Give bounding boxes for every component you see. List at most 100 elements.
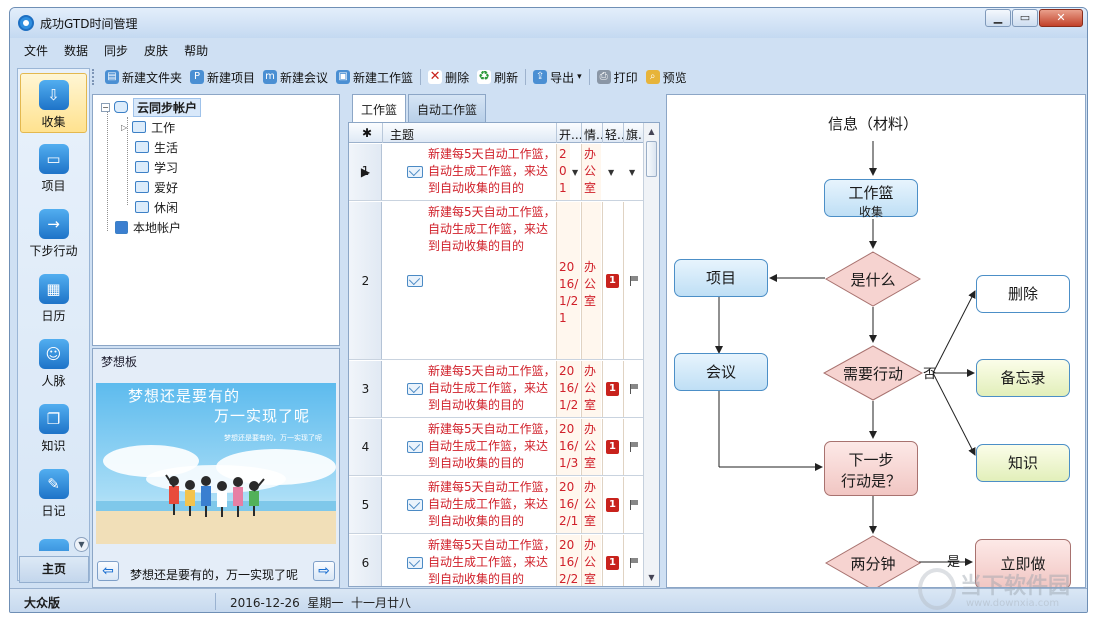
tab-basket[interactable]: 工作篮 [352, 94, 407, 122]
close-button[interactable]: ✕ [1039, 9, 1083, 27]
flow-next-action-node[interactable]: 下一步 行动是？ [824, 441, 918, 496]
row-start[interactable]: 2016/2/20 [556, 535, 580, 586]
table-row[interactable]: 3 新建每5天自动工作篮，自动生成工作篮，来达到自动收集的目的 2016/1/2… [349, 361, 643, 418]
row-subject[interactable]: 新建每5天自动工作篮，自动生成工作篮，来达到自动收集的目的 [428, 146, 556, 199]
tree-node-leisure[interactable]: 休闲 [135, 198, 178, 216]
nav-next-action[interactable]: → 下步行动 [20, 203, 87, 263]
table-row[interactable]: 6 新建每5天自动工作篮，自动生成工作篮，来达到自动收集的目的 2016/2/2… [349, 535, 643, 586]
row-context[interactable]: 办公室 [581, 202, 601, 359]
col-flag-header[interactable]: 旗... [626, 126, 643, 143]
col-light-header[interactable]: 轻... [605, 126, 623, 143]
row-context[interactable]: 办公室 [581, 535, 601, 586]
menu-file[interactable]: 文件 [16, 40, 56, 60]
row-subject[interactable]: 新建每5天自动工作篮，自动生成工作篮，来达到自动收集的目的 [428, 421, 556, 474]
tree-node-life[interactable]: 生活 [135, 138, 178, 156]
nav-knowledge[interactable]: ❐ 知识 [20, 398, 87, 458]
scroll-thumb[interactable] [646, 141, 657, 177]
col-subject-header[interactable]: 主题 [390, 126, 414, 143]
table-row[interactable]: 2 新建每5天自动工作篮，自动生成工作篮，来达到自动收集的目的 2016/1/2… [349, 202, 643, 360]
dropdown-arrow-icon[interactable]: ▼ [629, 168, 635, 177]
nav-calendar[interactable]: ▦ 日历 [20, 268, 87, 328]
title-bar[interactable]: 成功GTD时间管理 ▁ ▭ ✕ [10, 8, 1087, 38]
row-start[interactable]: 2016/12/16 [556, 144, 570, 200]
preview-button[interactable]: ⌕ 预览 [642, 69, 691, 86]
row-priority[interactable]: 1 [602, 477, 622, 533]
flow-need-action-decision[interactable]: 需要行动 [823, 345, 923, 401]
col-star-header[interactable]: ✱ [362, 126, 372, 140]
export-button[interactable]: ⇪ 导出 ▾ [529, 69, 586, 86]
tree-node-hobby[interactable]: 爱好 [135, 178, 178, 196]
flow-project-node[interactable]: 项目 [674, 259, 768, 297]
row-priority[interactable]: 1 [602, 419, 622, 475]
flow-meeting-node[interactable]: 会议 [674, 353, 768, 391]
scroll-up-button[interactable]: ▲ [644, 124, 659, 139]
menu-sync[interactable]: 同步 [96, 40, 136, 60]
new-meeting-button[interactable]: m 新建会议 [259, 69, 332, 86]
table-row[interactable]: 4 新建每5天自动工作篮，自动生成工作篮，来达到自动收集的目的 2016/1/3… [349, 419, 643, 476]
expand-arrow-icon[interactable]: ▷ [121, 123, 127, 132]
prev-dream-button[interactable]: ⇦ [97, 561, 119, 581]
collapse-icon[interactable]: − [101, 102, 110, 112]
tab-auto-basket[interactable]: 自动工作篮 [408, 94, 487, 122]
row-priority[interactable]: 1 [602, 361, 622, 417]
flow-two-min-decision[interactable]: 两分钟 [825, 535, 921, 587]
row-flag[interactable] [623, 535, 643, 586]
tree-node-local[interactable]: 本地帐户 [115, 218, 181, 236]
row-subject[interactable]: 新建每5天自动工作篮，自动生成工作篮，来达到自动收集的目的 [428, 363, 556, 416]
row-context[interactable]: 办公室 [581, 361, 601, 417]
row-priority[interactable]: 1 [602, 535, 622, 586]
minimize-button[interactable]: ▁ [985, 9, 1011, 27]
grid-scrollbar[interactable]: ▲ ▼ [643, 123, 659, 586]
row-start[interactable]: 2016/1/26 [556, 361, 580, 417]
col-context-header[interactable]: 情... [584, 126, 602, 143]
new-project-button[interactable]: P 新建项目 [186, 69, 259, 86]
row-flag[interactable] [623, 361, 643, 417]
maximize-button[interactable]: ▭ [1012, 9, 1038, 27]
flow-knowledge-node[interactable]: 知识 [976, 444, 1070, 482]
nav-scroll-down-button[interactable]: ▼ [74, 537, 89, 552]
scroll-down-button[interactable]: ▼ [644, 570, 659, 585]
row-context[interactable]: 办公室 [581, 477, 601, 533]
menu-data[interactable]: 数据 [56, 40, 96, 60]
row-priority[interactable]: 1 [602, 202, 622, 359]
row-flag[interactable] [623, 419, 643, 475]
row-flag[interactable] [623, 477, 643, 533]
flow-delete-node[interactable]: 删除 [976, 275, 1070, 313]
print-button[interactable]: ⎙ 打印 [593, 69, 642, 86]
tree-node-cloud[interactable]: − 云同步帐户 [101, 97, 202, 117]
flow-basket-node[interactable]: 工作篮 收集 [824, 179, 918, 219]
row-context[interactable]: 办公室 [581, 419, 601, 475]
nav-collect[interactable]: ⇩ 收集 [20, 73, 87, 133]
row-context[interactable]: 办公室 [581, 144, 601, 200]
row-subject[interactable]: 新建每5天自动工作篮，自动生成工作篮，来达到自动收集的目的 [428, 204, 556, 257]
row-number: 6 [361, 556, 370, 570]
row-start[interactable]: 2016/2/10 [556, 477, 580, 533]
home-button[interactable]: 主页 [19, 556, 89, 583]
row-subject[interactable]: 新建每5天自动工作篮，自动生成工作篮，来达到自动收集的目的 [428, 537, 556, 586]
toolbar-grip[interactable] [92, 69, 98, 85]
delete-button[interactable]: ✕ 删除 [424, 69, 473, 86]
row-flag[interactable] [623, 202, 643, 359]
row-start[interactable]: 2016/1/31 [556, 419, 580, 475]
menu-skin[interactable]: 皮肤 [136, 40, 176, 60]
menu-help[interactable]: 帮助 [176, 40, 216, 60]
row-subject[interactable]: 新建每5天自动工作篮，自动生成工作篮，来达到自动收集的目的 [428, 479, 556, 532]
nav-project[interactable]: ▭ 项目 [20, 138, 87, 198]
tree-node-study[interactable]: 学习 [135, 158, 178, 176]
col-start-header[interactable]: 开... [559, 126, 581, 143]
table-row[interactable]: ▶1 新建每5天自动工作篮，自动生成工作篮，来达到自动收集的目的 2016/12… [349, 144, 643, 201]
tree-node-work[interactable]: ▷ 工作 [121, 118, 175, 136]
tree-node-local-label: 本地帐户 [133, 220, 182, 235]
new-folder-button[interactable]: ▤ 新建文件夹 [101, 69, 186, 86]
nav-diary[interactable]: ✎ 日记 [20, 463, 87, 523]
flow-what-decision[interactable]: 是什么 [825, 251, 921, 307]
dropdown-arrow-icon[interactable]: ▼ [572, 168, 578, 177]
dropdown-arrow-icon[interactable]: ▼ [608, 168, 614, 177]
refresh-button[interactable]: ♻ 刷新 [473, 69, 522, 86]
row-start[interactable]: 2016/1/21 [556, 202, 580, 359]
next-dream-button[interactable]: ⇨ [313, 561, 335, 581]
flow-memo-node[interactable]: 备忘录 [976, 359, 1070, 397]
table-row[interactable]: 5 新建每5天自动工作篮，自动生成工作篮，来达到自动收集的目的 2016/2/1… [349, 477, 643, 534]
nav-contacts[interactable]: ☺ 人脉 [20, 333, 87, 393]
new-basket-button[interactable]: ▣ 新建工作篮 [332, 69, 417, 86]
